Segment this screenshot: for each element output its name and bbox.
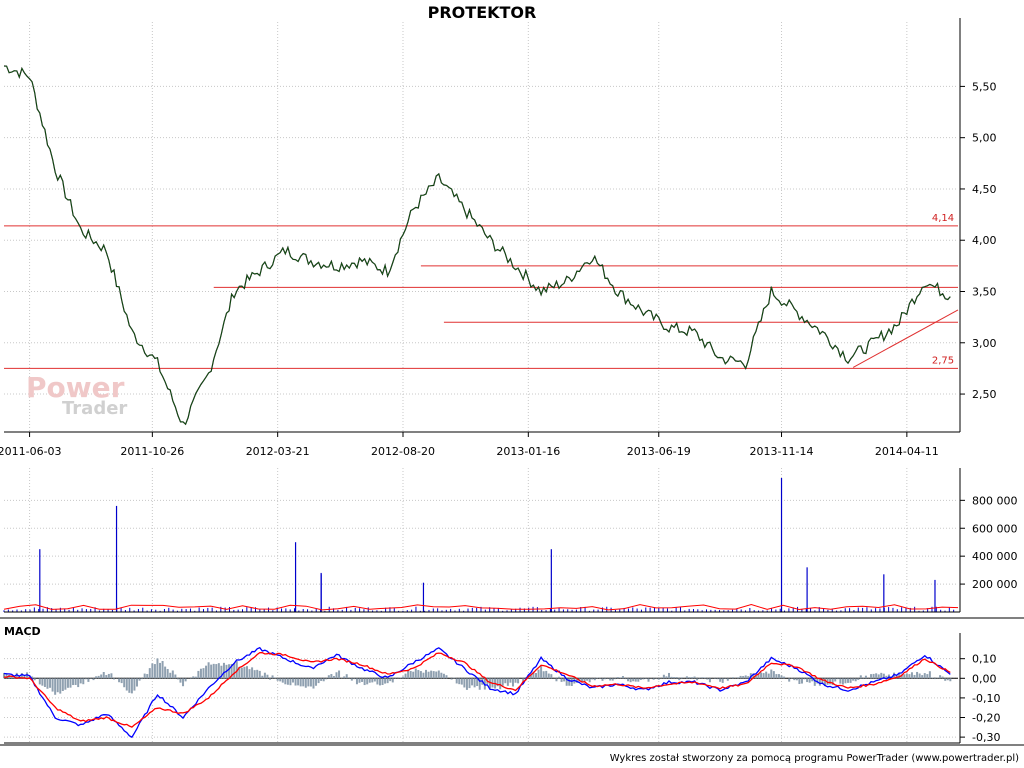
macd-series bbox=[3, 646, 958, 739]
footer-credit: Wykres został stworzony za pomocą progra… bbox=[610, 753, 1019, 764]
date-tick-label: 2013-11-14 bbox=[750, 445, 814, 458]
macd-label: MACD bbox=[4, 625, 41, 638]
price-tick-label: 3,00 bbox=[972, 337, 997, 350]
price-tick-label: 4,00 bbox=[972, 234, 997, 247]
price-tick-label: 4,50 bbox=[972, 183, 997, 196]
macd-tick-label: -0,10 bbox=[972, 692, 1000, 705]
date-tick-label: 2014-04-11 bbox=[875, 445, 939, 458]
chart-canvas: PROTEKTOR Power Trader 4,14 2,75 5,50 5,00… bbox=[0, 3, 1024, 764]
volume-tick-label: 200 000 bbox=[972, 578, 1018, 591]
volume-tick-label: 600 000 bbox=[972, 522, 1018, 535]
volume-grid bbox=[4, 468, 958, 612]
level-label-0: 4,14 bbox=[932, 213, 954, 224]
price-axis: 5,50 5,00 4,50 4,00 3,50 3,00 2,50 2011-06-03 20… bbox=[0, 18, 997, 458]
date-tick-label: 2011-06-03 bbox=[0, 445, 62, 458]
support-resistance-levels: 4,14 2,75 bbox=[4, 213, 959, 369]
macd-tick-label: -0,30 bbox=[972, 731, 1000, 744]
price-tick-label: 2,50 bbox=[972, 388, 997, 401]
date-tick-label: 2012-08-20 bbox=[371, 445, 435, 458]
macd-axis: 0,10 0,00 -0,10 -0,20 -0,30 bbox=[4, 633, 1000, 744]
macd-tick-label: 0,10 bbox=[972, 653, 997, 666]
macd-tick-label: -0,20 bbox=[972, 712, 1000, 725]
price-series bbox=[3, 65, 951, 426]
price-tick-label: 5,50 bbox=[972, 80, 997, 93]
date-tick-label: 2012-03-21 bbox=[246, 445, 310, 458]
watermark: Power Trader bbox=[26, 371, 127, 419]
chart-title: PROTEKTOR bbox=[428, 3, 537, 22]
price-tick-label: 5,00 bbox=[972, 132, 997, 145]
volume-tick-label: 400 000 bbox=[972, 550, 1018, 563]
macd-signal-line bbox=[3, 651, 951, 728]
watermark-line2: Trader bbox=[62, 398, 127, 419]
price-tick-label: 3,50 bbox=[972, 286, 997, 299]
volume-tick-label: 800 000 bbox=[972, 494, 1018, 507]
macd-tick-label: 0,00 bbox=[972, 672, 997, 685]
macd-line bbox=[3, 646, 951, 739]
date-tick-label: 2011-10-26 bbox=[120, 445, 184, 458]
volume-series bbox=[3, 478, 959, 612]
level-label-4: 2,75 bbox=[932, 355, 954, 366]
volume-axis: 800 000 600 000 400 000 200 000 bbox=[4, 468, 1018, 613]
price-line bbox=[3, 65, 951, 426]
date-tick-label: 2013-06-19 bbox=[627, 445, 691, 458]
price-trend-line bbox=[3, 65, 951, 425]
date-tick-label: 2013-01-16 bbox=[496, 445, 560, 458]
